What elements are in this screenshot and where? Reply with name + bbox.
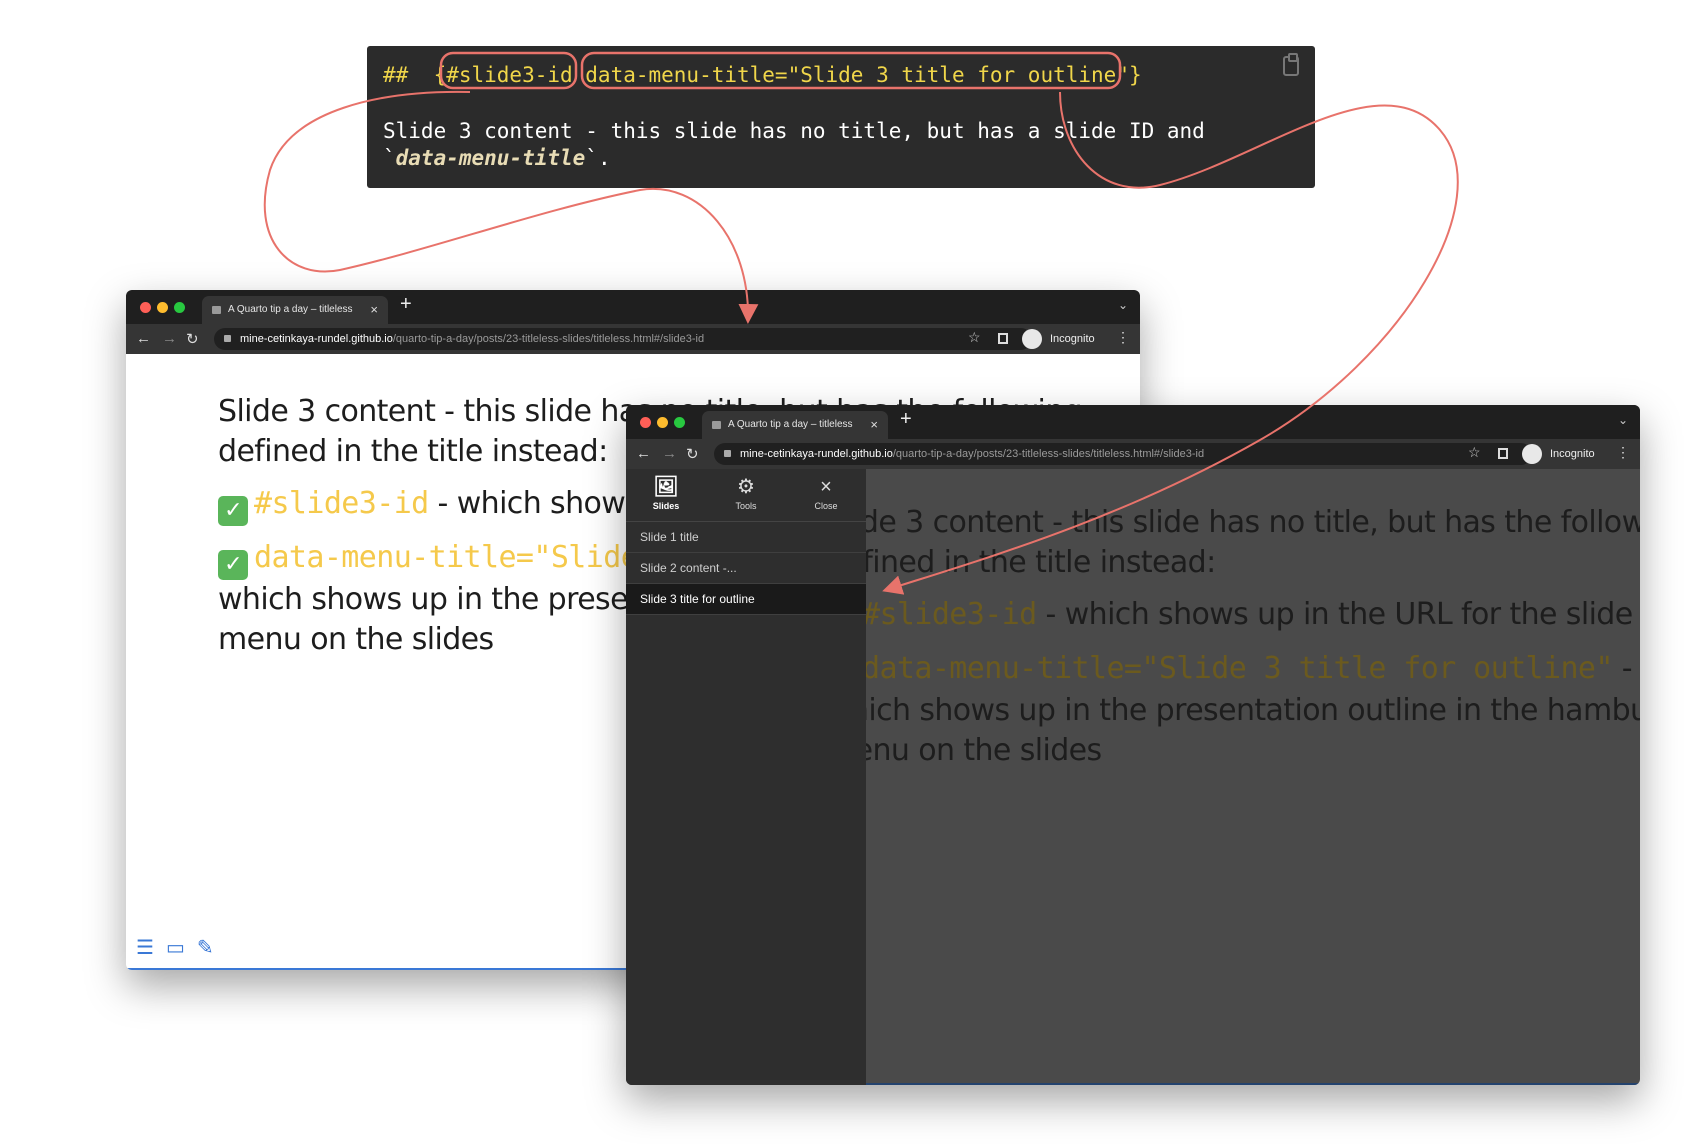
- browser-tab[interactable]: A Quarto tip a day – titleless ×: [702, 411, 888, 439]
- lock-icon: [224, 335, 231, 342]
- tab-title: A Quarto tip a day – titleless: [228, 304, 353, 315]
- incognito-label: Incognito: [1550, 448, 1595, 460]
- back-icon[interactable]: ←: [636, 445, 651, 462]
- maximize-dot[interactable]: [174, 302, 185, 313]
- copy-clipboard-icon[interactable]: [1283, 53, 1299, 76]
- code-block: ## {#slide3-id data-menu-title="Slide 3 …: [367, 46, 1315, 188]
- chalkboard-icon[interactable]: ▭: [166, 937, 185, 959]
- code-line-2-attr: data-menu-title: [395, 146, 586, 170]
- maximize-dot[interactable]: [674, 417, 685, 428]
- menu-tools-button[interactable]: ⚙ Tools: [706, 473, 786, 511]
- slide-item-2: ✓data-menu-title="Slide 3 title for outl…: [826, 649, 1640, 771]
- close-dot[interactable]: [140, 302, 151, 313]
- slide-toolbar: ☰ ▭ ✎: [136, 935, 226, 960]
- pen-icon[interactable]: ✎: [197, 937, 214, 959]
- hamburger-menu-icon[interactable]: ☰: [136, 937, 154, 959]
- address-bar: ← → ↻ mine-cetinkaya-rundel.github.io/qu…: [126, 324, 1140, 354]
- bookmark-star-icon[interactable]: ☆: [968, 329, 981, 346]
- code-line-2: Slide 3 content - this slide has no titl…: [383, 118, 1283, 172]
- menu-close-label: Close: [814, 501, 838, 511]
- favicon-icon: [212, 306, 221, 314]
- menu-slides-label: Slides: [652, 501, 680, 511]
- minimize-dot[interactable]: [157, 302, 168, 313]
- menu-toolbar: 🖼 Slides ⚙ Tools × Close: [626, 469, 866, 522]
- slide-paragraph: Slide 3 content - this slide has no titl…: [826, 505, 1640, 580]
- url-path: /quarto-tip-a-day/posts/23-titleless-sli…: [892, 448, 1205, 460]
- reload-icon[interactable]: ↻: [186, 330, 199, 348]
- slide-menu-panel: 🖼 Slides ⚙ Tools × Close Slide 1 title Slid…: [626, 469, 866, 1085]
- minimize-dot[interactable]: [657, 417, 668, 428]
- url-path: /quarto-tip-a-day/posts/23-titleless-sli…: [392, 333, 705, 345]
- incognito-label: Incognito: [1050, 333, 1095, 345]
- slide-item-1-code: #slide3-id: [254, 486, 429, 521]
- url-host: mine-cetinkaya-rundel.github.io: [740, 448, 893, 460]
- tab-title: A Quarto tip a day – titleless: [728, 419, 853, 430]
- close-tab-icon[interactable]: ×: [370, 296, 378, 324]
- slide-item-2-code: data-menu-title="Slide 3 title for outli…: [862, 651, 1613, 686]
- url-host: mine-cetinkaya-rundel.github.io: [240, 333, 393, 345]
- slide-content-dimmed: Slide 3 content - this slide has no titl…: [826, 503, 1640, 783]
- menu-item-slide-2[interactable]: Slide 2 content -...: [626, 553, 866, 584]
- lock-icon: [724, 450, 731, 457]
- forward-icon[interactable]: →: [662, 445, 677, 462]
- menu-close-button[interactable]: × Close: [786, 473, 866, 511]
- side-panel-icon[interactable]: [998, 333, 1008, 344]
- bookmark-star-icon[interactable]: ☆: [1468, 444, 1481, 461]
- incognito-icon[interactable]: [1522, 444, 1542, 464]
- new-tab-icon[interactable]: +: [900, 408, 912, 431]
- slide-item-1: ✓#slide3-id - which shows up in the URL …: [826, 595, 1640, 637]
- chevron-down-icon[interactable]: ⌄: [1118, 298, 1128, 312]
- menu-slides-button[interactable]: 🖼 Slides: [626, 473, 706, 511]
- more-menu-icon[interactable]: ⋮: [1116, 329, 1130, 346]
- new-tab-icon[interactable]: +: [400, 293, 412, 316]
- side-panel-icon[interactable]: [1498, 448, 1508, 459]
- more-menu-icon[interactable]: ⋮: [1616, 444, 1630, 461]
- menu-item-slide-3[interactable]: Slide 3 title for outline: [626, 584, 866, 615]
- menu-item-slide-1[interactable]: Slide 1 title: [626, 522, 866, 553]
- progress-bar: [866, 1083, 1640, 1085]
- url-field[interactable]: mine-cetinkaya-rundel.github.io/quarto-t…: [714, 443, 1532, 465]
- slide-item-1-text: - which shows up in the URL for the slid…: [1036, 597, 1634, 632]
- back-icon[interactable]: ←: [136, 330, 151, 347]
- check-icon: ✓: [218, 550, 248, 580]
- gear-icon: ⚙: [737, 476, 755, 498]
- code-line-2-end: `.: [585, 146, 611, 170]
- slides-icon: 🖼: [653, 476, 679, 498]
- tab-bar: A Quarto tip a day – titleless × + ⌄: [626, 405, 1640, 439]
- browser-tab[interactable]: A Quarto tip a day – titleless ×: [202, 296, 388, 324]
- slide-item-1-code: #slide3-id: [862, 597, 1037, 632]
- address-bar: ← → ↻ mine-cetinkaya-rundel.github.io/qu…: [626, 439, 1640, 469]
- chevron-down-icon[interactable]: ⌄: [1618, 413, 1628, 427]
- close-icon: ×: [820, 476, 832, 498]
- forward-icon[interactable]: →: [162, 330, 177, 347]
- incognito-icon[interactable]: [1022, 329, 1042, 349]
- tab-bar: A Quarto tip a day – titleless × + ⌄: [126, 290, 1140, 324]
- check-icon: ✓: [218, 496, 248, 526]
- close-dot[interactable]: [640, 417, 651, 428]
- browser-window-menu: A Quarto tip a day – titleless × + ⌄ ← →…: [626, 405, 1640, 1085]
- close-tab-icon[interactable]: ×: [870, 411, 878, 439]
- menu-tools-label: Tools: [735, 501, 757, 511]
- reload-icon[interactable]: ↻: [686, 445, 699, 463]
- code-line-1: ## {#slide3-id data-menu-title="Slide 3 …: [383, 63, 1142, 87]
- url-field[interactable]: mine-cetinkaya-rundel.github.io/quarto-t…: [214, 328, 1032, 350]
- favicon-icon: [712, 421, 721, 429]
